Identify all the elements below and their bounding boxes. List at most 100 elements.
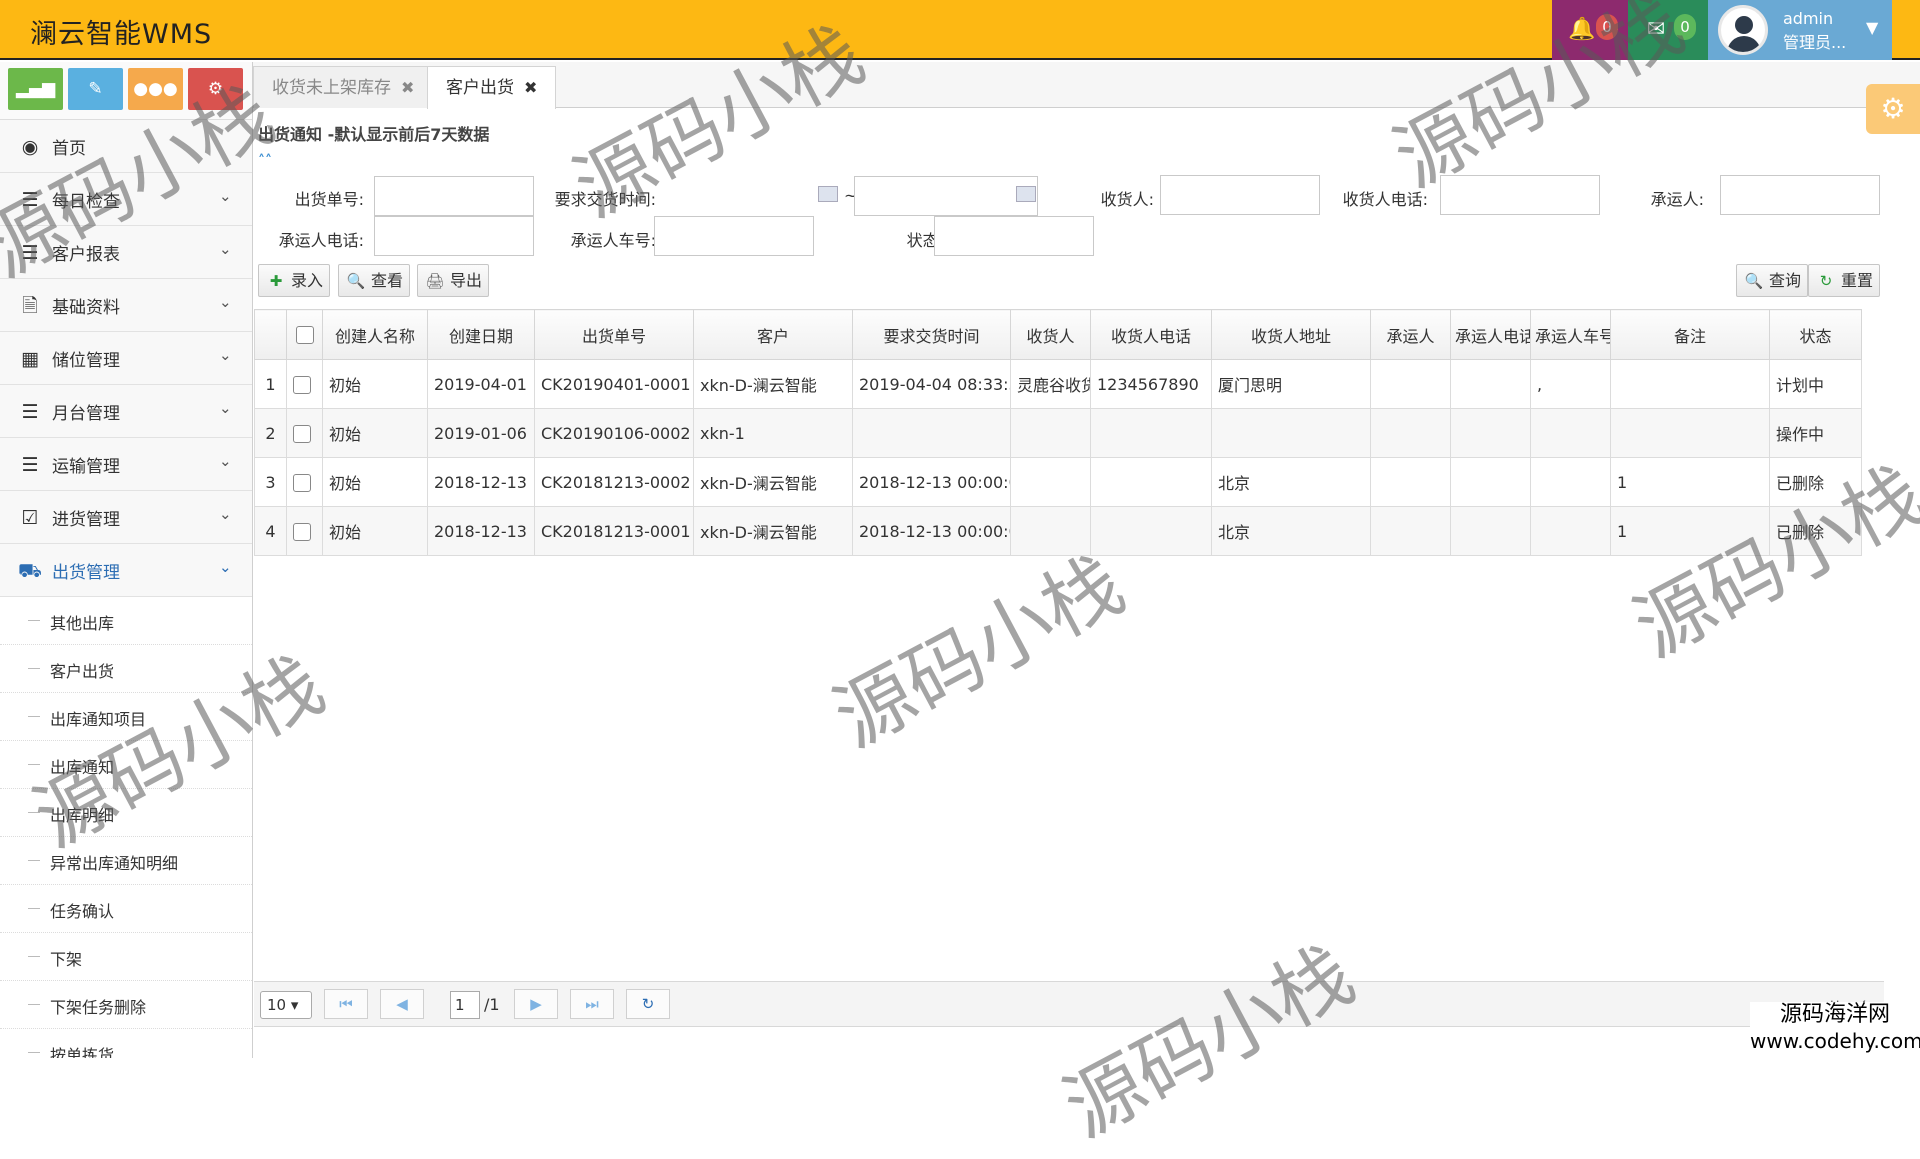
- column-header[interactable]: 承运人车号: [1530, 309, 1611, 360]
- sidebar-item-home[interactable]: ◉ 首页: [0, 120, 252, 173]
- column-header[interactable]: 状态: [1769, 309, 1862, 360]
- column-header[interactable]: 收货人电话: [1090, 309, 1212, 360]
- sidebar-sub-item[interactable]: 任务确认: [0, 885, 252, 933]
- table-cell: 2019-04-04 08:33:53: [852, 359, 1011, 409]
- users-shortcut-button[interactable]: ●●●: [128, 68, 183, 110]
- row-number: 2: [254, 408, 287, 458]
- tab-customer-shipping[interactable]: 客户出货 ✖: [427, 66, 557, 109]
- sidebar-sub-item[interactable]: 客户出货: [0, 645, 252, 693]
- view-button[interactable]: 🔍 查看: [338, 264, 411, 297]
- req-time-start-input[interactable]: [660, 176, 842, 216]
- column-header[interactable]: 客户: [693, 309, 853, 360]
- table-cell: [1211, 408, 1371, 458]
- table-cell: ,: [1530, 359, 1611, 409]
- avatar: [1718, 5, 1768, 55]
- sidebar-sub-item-label: 其他出库: [50, 614, 115, 633]
- table-cell: 计划中: [1769, 359, 1862, 409]
- consignee-phone-label: 收货人电话:: [1342, 190, 1428, 209]
- column-header[interactable]: 承运人电话: [1450, 309, 1531, 360]
- sidebar-sub-item[interactable]: 异常出库通知明细: [0, 837, 252, 885]
- collapse-up-icon[interactable]: ˄˄: [258, 153, 272, 169]
- next-page-button[interactable]: ▶: [514, 989, 558, 1019]
- carrier-input[interactable]: [1720, 175, 1880, 215]
- carrier-phone-input[interactable]: [374, 216, 534, 256]
- sidebar-item-label: 客户报表: [52, 245, 120, 265]
- first-page-button[interactable]: ⏮: [324, 989, 368, 1019]
- column-header[interactable]: 创建人名称: [322, 309, 428, 360]
- column-header[interactable]: 创建日期: [427, 309, 535, 360]
- sidebar-item-daily-check[interactable]: ☰ 每日检查 ⌄: [0, 173, 252, 226]
- column-header[interactable]: 出货单号: [534, 309, 694, 360]
- table-cell: [1530, 506, 1611, 556]
- close-icon[interactable]: ✖: [524, 78, 537, 97]
- add-button[interactable]: ✚ 录入: [258, 264, 331, 297]
- select-all-checkbox[interactable]: [286, 309, 323, 360]
- req-time-end-input[interactable]: [854, 176, 1038, 216]
- column-header[interactable]: 承运人: [1370, 309, 1451, 360]
- calendar-icon[interactable]: [1016, 186, 1036, 202]
- order-no-input[interactable]: [374, 176, 534, 216]
- sidebar-sub-item[interactable]: 出库明细: [0, 789, 252, 837]
- table-cell: 操作中: [1769, 408, 1862, 458]
- status-input[interactable]: [934, 216, 1094, 256]
- table-cell: [1450, 359, 1531, 409]
- column-header[interactable]: 要求交货时间: [852, 309, 1011, 360]
- sidebar-sub-item-label: 任务确认: [50, 902, 115, 921]
- export-button[interactable]: 🖨 导出: [417, 264, 490, 297]
- edit-shortcut-button[interactable]: ✎: [68, 68, 123, 110]
- corner-watermark-title: 源码海洋网: [1779, 1002, 1890, 1027]
- sidebar-sub-item[interactable]: 其他出库: [0, 597, 252, 645]
- consignee-phone-input[interactable]: [1440, 175, 1600, 215]
- sidebar-item-outbound[interactable]: ⛟ 出货管理 ⌄: [0, 544, 252, 597]
- sidebar-item-location[interactable]: ▦ 储位管理 ⌄: [0, 332, 252, 385]
- sidebar-sub-item[interactable]: 按单拣货: [0, 1029, 252, 1058]
- sidebar-sub-item[interactable]: 下架任务删除: [0, 981, 252, 1029]
- table-row[interactable]: 3 初始 2018-12-13 CK20181213-0002 xkn-D-澜云…: [254, 457, 1862, 507]
- consignee-input[interactable]: [1160, 175, 1320, 215]
- sidebar-sub-item-label: 下架: [50, 950, 83, 969]
- column-header[interactable]: 收货人: [1010, 309, 1091, 360]
- table-cell: CK20190106-0002: [534, 408, 694, 458]
- page-number-input[interactable]: 1: [450, 991, 480, 1019]
- table-cell: 2018-12-13 00:00:00: [852, 506, 1011, 556]
- table-cell: [1370, 408, 1451, 458]
- stats-shortcut-button[interactable]: ▂▄▆: [8, 68, 63, 110]
- table-row[interactable]: 4 初始 2018-12-13 CK20181213-0001 xkn-D-澜云…: [254, 506, 1862, 556]
- row-checkbox[interactable]: [286, 359, 323, 409]
- row-checkbox[interactable]: [286, 408, 323, 458]
- query-label: 查询: [1769, 271, 1802, 290]
- tab-unshelved-stock[interactable]: 收货未上架库存 ✖: [253, 66, 434, 108]
- calendar-icon[interactable]: [818, 186, 838, 202]
- prev-page-button[interactable]: ◀: [380, 989, 424, 1019]
- sidebar-item-dock[interactable]: ☰ 月台管理 ⌄: [0, 385, 252, 438]
- row-checkbox[interactable]: [286, 506, 323, 556]
- notifications-button[interactable]: 🔔 0: [1552, 0, 1628, 60]
- last-page-button[interactable]: ⏭: [570, 989, 614, 1019]
- page-size-select[interactable]: 10 ▾: [260, 991, 312, 1019]
- reload-button[interactable]: ↻: [626, 989, 670, 1019]
- query-button[interactable]: 🔍 查询: [1736, 264, 1809, 297]
- column-header[interactable]: 收货人地址: [1211, 309, 1371, 360]
- reset-button[interactable]: ↻ 重置: [1808, 264, 1881, 297]
- sidebar-item-customer-report[interactable]: ☰ 客户报表 ⌄: [0, 226, 252, 279]
- sidebar: ▂▄▆ ✎ ●●● ⚙ ◉ 首页 ☰ 每日检查 ⌄ ☰ 客户报表 ⌄ 🗎 基础资…: [0, 62, 253, 1058]
- sidebar-sub-item-label: 出库通知: [50, 758, 115, 777]
- list-icon: ☰: [21, 454, 39, 476]
- close-icon[interactable]: ✖: [401, 78, 414, 97]
- sidebar-sub-item[interactable]: 出库通知: [0, 741, 252, 789]
- sidebar-item-inbound[interactable]: ☑ 进货管理 ⌄: [0, 491, 252, 544]
- row-checkbox[interactable]: [286, 457, 323, 507]
- user-menu[interactable]: admin 管理员... ▼: [1708, 0, 1892, 60]
- column-header[interactable]: 备注: [1610, 309, 1770, 360]
- sidebar-sub-item[interactable]: 下架: [0, 933, 252, 981]
- table-row[interactable]: 2 初始 2019-01-06 CK20190106-0002 xkn-1 操作…: [254, 408, 1862, 458]
- file-icon: 🗎: [22, 295, 38, 317]
- sidebar-sub-item[interactable]: 出库通知项目: [0, 693, 252, 741]
- sidebar-item-basic-data[interactable]: 🗎 基础资料 ⌄: [0, 279, 252, 332]
- messages-button[interactable]: ✉ 0: [1628, 0, 1708, 60]
- caret-down-icon: ▼: [1866, 18, 1879, 37]
- sidebar-item-transport[interactable]: ☰ 运输管理 ⌄: [0, 438, 252, 491]
- table-row[interactable]: 1 初始 2019-04-01 CK20190401-0001 xkn-D-澜云…: [254, 359, 1862, 409]
- settings-shortcut-button[interactable]: ⚙: [188, 68, 243, 110]
- carrier-plate-input[interactable]: [654, 216, 814, 256]
